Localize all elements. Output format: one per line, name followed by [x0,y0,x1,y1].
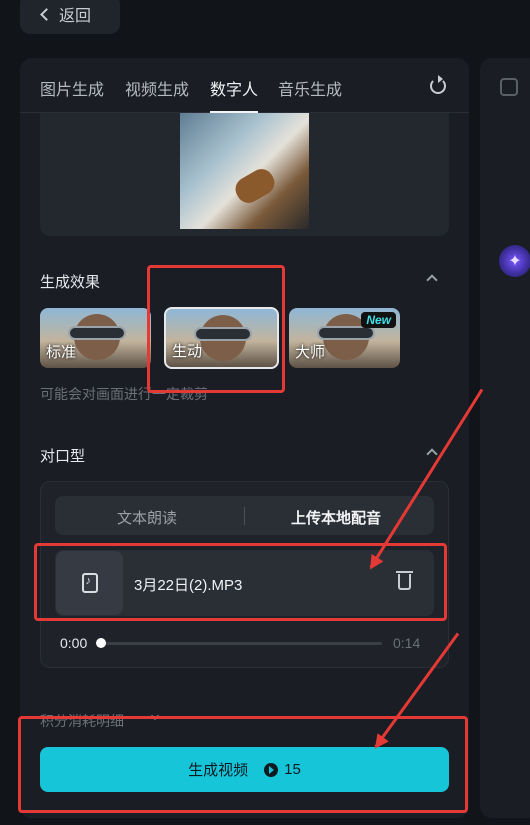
chevron-up-icon[interactable] [426,274,438,286]
generation-panel: 图片生成 视频生成 数字人 音乐生成 生成效果 标准 生动 New 大师 可能会… [20,58,469,818]
sparkle-logo-icon: ✦ [499,245,530,277]
tab-music-gen[interactable]: 音乐生成 [278,76,342,100]
avatar-preview-image[interactable] [180,113,309,229]
player-progress-thumb[interactable] [96,638,106,648]
effect-option-label: 大师 [295,344,326,361]
effect-thumb-goggles [317,326,375,340]
effect-option-label: 标准 [46,344,77,361]
segment-divider [244,507,245,525]
chevron-left-icon [40,7,53,21]
player-total-time: 0:14 [393,635,421,651]
annotation-box-audio [34,543,447,621]
refresh-icon[interactable] [430,75,446,94]
effect-section-title: 生成效果 [40,274,101,291]
back-label: 返回 [59,8,92,25]
effect-thumb-goggles [68,326,126,340]
annotation-box-generate [18,716,468,813]
lip-section-title: 对口型 [40,448,86,465]
select-checkbox[interactable] [500,78,518,96]
player-progress-track[interactable] [102,642,382,645]
tab-image-gen[interactable]: 图片生成 [40,76,104,100]
tab-bar: 图片生成 视频生成 数字人 音乐生成 [20,58,469,113]
avatar-preview-card [40,113,449,236]
tab-video-gen[interactable]: 视频生成 [125,76,189,100]
effect-option-master[interactable]: New 大师 [289,308,400,368]
segment-text-read[interactable]: 文本朗读 [117,507,177,528]
guitar-shape [231,164,279,208]
right-panel: ✦ [480,58,530,818]
source-segmented-control: 文本朗读 上传本地配音 [55,496,434,535]
back-button[interactable]: 返回 [20,0,120,34]
annotation-box-vivid [147,265,285,393]
segment-upload-audio[interactable]: 上传本地配音 [291,507,381,528]
effect-option-standard[interactable]: 标准 [40,308,151,368]
tab-digital-human[interactable]: 数字人 [210,76,258,100]
new-badge: New [361,312,396,328]
player-current-time: 0:00 [60,635,88,651]
